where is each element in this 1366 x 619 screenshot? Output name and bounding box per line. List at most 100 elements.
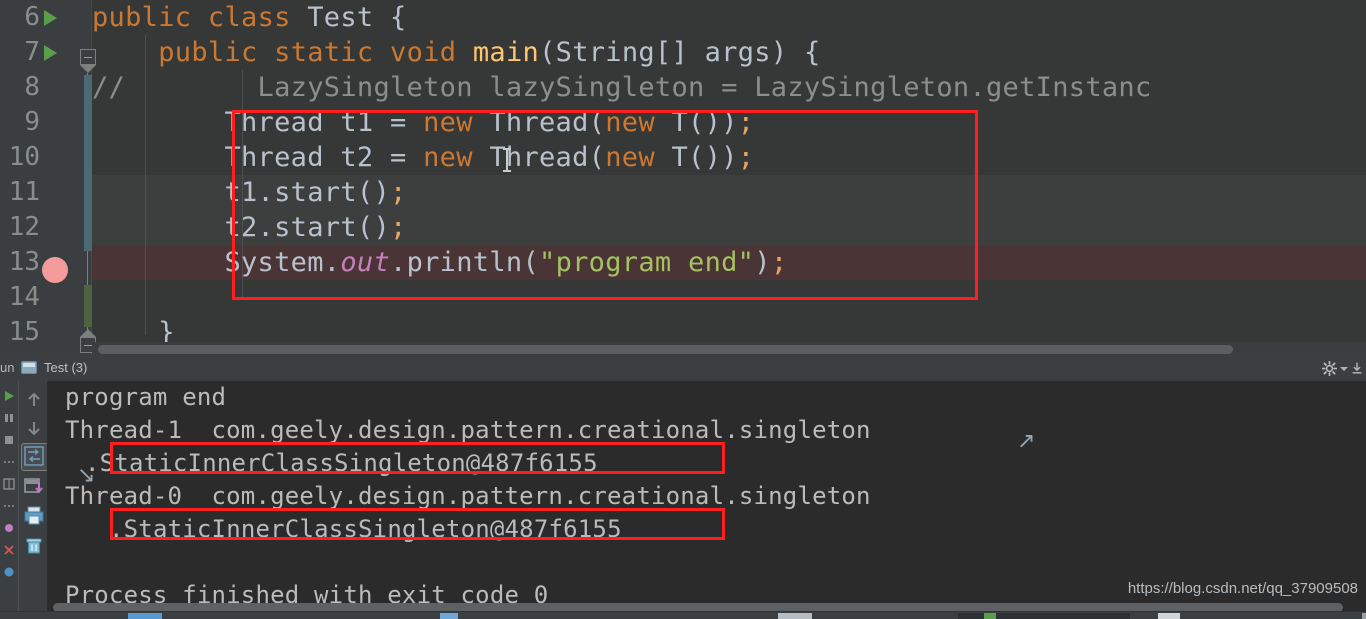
layout-icon[interactable]	[2, 477, 16, 491]
code-token: public	[92, 2, 192, 33]
code-token: (String[] args) {	[539, 37, 821, 68]
code-token: class	[207, 2, 291, 33]
code-token: new	[605, 142, 655, 173]
code-token: Test	[307, 2, 374, 33]
status-chip-7	[1362, 613, 1366, 619]
gear-icon[interactable]	[1322, 361, 1337, 376]
status-chip-3	[778, 613, 812, 619]
pin-icon[interactable]	[2, 521, 16, 535]
code-token: T())	[654, 107, 738, 138]
code-token: ;	[770, 247, 788, 278]
code-token: t1.start()	[92, 177, 390, 208]
status-bar	[0, 611, 1366, 619]
code-token: new	[423, 107, 473, 138]
stop-icon[interactable]	[2, 433, 16, 447]
run-tool-window: un Test (3) program end Thread-1 com.gee…	[0, 356, 1366, 619]
code-line[interactable]: t2.start();	[92, 210, 407, 245]
more2-icon[interactable]	[2, 499, 16, 513]
watermark-text: https://blog.csdn.net/qq_37909508	[1127, 580, 1358, 597]
editor-horizontal-scrollbar[interactable]	[92, 342, 1366, 356]
print-icon[interactable]	[23, 505, 45, 527]
code-line[interactable]: // LazySingleton lazySingleton = LazySin…	[92, 70, 1152, 105]
line-number: 14	[8, 282, 40, 312]
code-token: .println(	[390, 247, 540, 278]
console-line: .StaticInnerClassSingleton@487f6155	[109, 515, 622, 543]
status-chip-6	[1158, 613, 1180, 619]
run-tool-label: un	[0, 360, 15, 375]
editor-scrollbar-thumb[interactable]	[98, 345, 1233, 354]
vcs-change-marker-modified[interactable]	[84, 75, 92, 251]
line-number: 13	[8, 247, 40, 277]
line-number: 10	[8, 142, 40, 172]
pause-icon[interactable]	[2, 411, 16, 425]
code-line[interactable]: t1.start();	[92, 175, 407, 210]
code-token: Thread t2 =	[92, 142, 424, 173]
console-line: Thread-0 com.geely.design.pattern.creati…	[65, 482, 871, 510]
run-left-rail	[0, 381, 18, 619]
up-arrow-icon[interactable]	[23, 389, 45, 411]
line-number: 9	[24, 107, 40, 137]
code-line[interactable]: public static void main(String[] args) {	[92, 35, 821, 70]
ide-window: 6 7 8 9 10 11 12 13 14 15 public class Test { pub…	[0, 0, 1366, 619]
chevron-down-icon[interactable]	[1340, 367, 1348, 371]
code-token: Thread t1 =	[92, 107, 424, 138]
console-line: Thread-1 com.geely.design.pattern.creati…	[65, 416, 871, 444]
text-caret	[503, 148, 511, 172]
code-line[interactable]: System.out.println("program end");	[92, 245, 787, 280]
export-icon[interactable]	[23, 475, 45, 497]
status-chip-1	[128, 613, 162, 619]
code-editor[interactable]: 6 7 8 9 10 11 12 13 14 15 public class Test { pub…	[0, 0, 1366, 356]
run-configuration-icon	[21, 361, 37, 374]
down-arrow-icon[interactable]	[23, 417, 45, 439]
code-token: Thread(	[472, 107, 606, 138]
code-token: new	[605, 107, 655, 138]
line-number: 8	[24, 72, 40, 102]
line-number: 11	[8, 177, 40, 207]
status-chip-2	[440, 613, 458, 619]
run-tab-title[interactable]: Test (3)	[44, 360, 87, 375]
console-toolbar	[18, 381, 49, 619]
code-content[interactable]: public class Test { public static void m…	[92, 0, 1366, 356]
code-token: // LazySingleton lazySingleton = LazySin…	[92, 72, 1152, 103]
more-icon[interactable]	[2, 455, 16, 469]
vcs-change-marker-added[interactable]	[84, 285, 92, 327]
code-line[interactable]: Thread t2 = new Thread(new T());	[92, 140, 754, 175]
code-token: {	[373, 2, 407, 33]
run-arrow-icon-line7[interactable]	[44, 45, 57, 61]
trash-icon[interactable]	[23, 535, 45, 557]
code-token: ;	[737, 142, 755, 173]
code-token: ;	[390, 212, 407, 243]
code-token: ;	[390, 177, 407, 208]
help-icon[interactable]	[2, 565, 16, 579]
code-line[interactable]: Thread t1 = new Thread(new T());	[92, 105, 754, 140]
line-number: 6	[24, 2, 40, 32]
line-wrap-continuation-icon: ↘	[77, 463, 96, 488]
code-token: static	[274, 37, 374, 68]
run-arrow-icon-line6[interactable]	[44, 10, 57, 26]
code-token: void	[390, 37, 457, 68]
breakpoint-icon-line13[interactable]	[42, 257, 68, 283]
code-token: )	[754, 247, 771, 278]
line-number: 12	[8, 212, 40, 242]
soft-wrap-icon[interactable]	[23, 445, 45, 467]
code-line[interactable]: public class Test {	[92, 0, 407, 35]
line-number: 15	[8, 317, 40, 347]
rerun-icon[interactable]	[2, 389, 16, 403]
close-icon[interactable]	[2, 543, 16, 557]
hide-icon[interactable]	[1350, 361, 1364, 375]
code-token: out	[340, 247, 391, 278]
code-token: main	[472, 37, 540, 68]
code-token: System.	[92, 247, 341, 278]
run-tab-bar: un Test (3)	[0, 356, 1366, 382]
code-token: t2.start()	[92, 212, 390, 243]
status-chip-5	[984, 613, 996, 619]
line-number: 7	[24, 37, 40, 67]
console-line: program end	[65, 383, 227, 411]
console-line: .StaticInnerClassSingleton@487f6155	[85, 449, 598, 477]
